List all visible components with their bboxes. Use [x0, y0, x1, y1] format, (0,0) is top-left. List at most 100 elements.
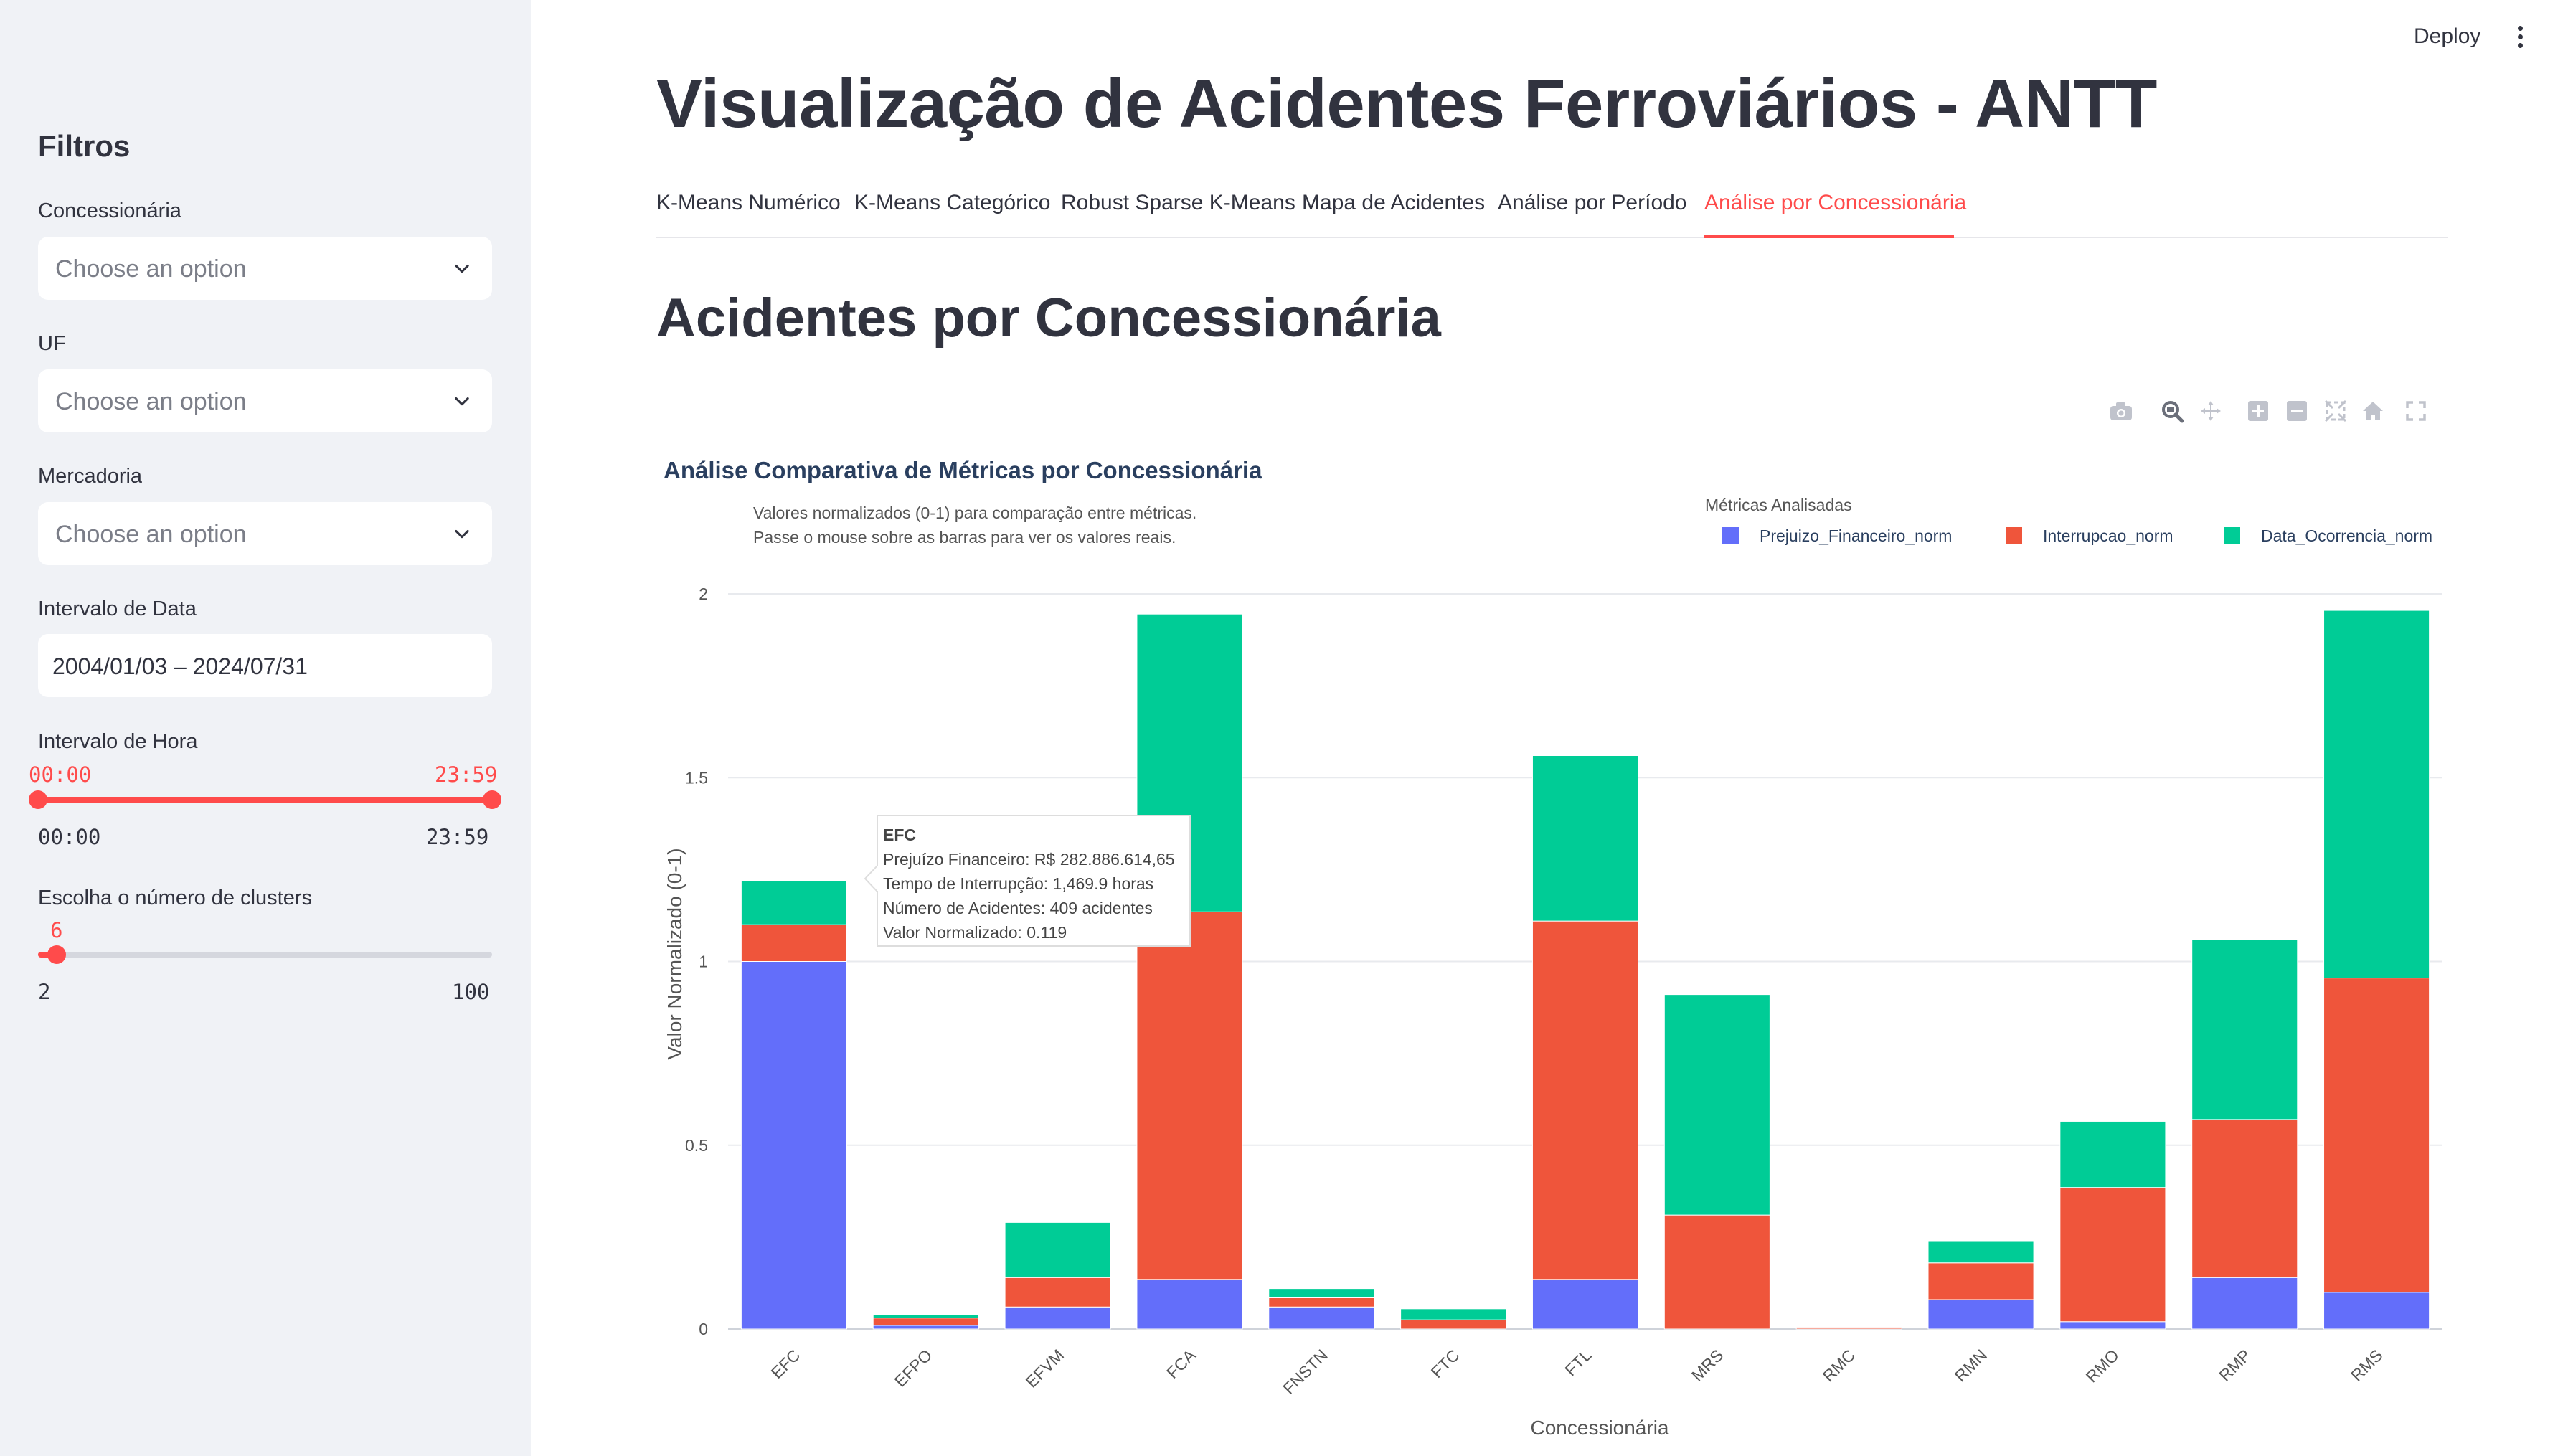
hora-slider-end-handle[interactable] [483, 790, 501, 809]
chevron-down-icon [455, 529, 469, 539]
bar-efc-1[interactable] [740, 924, 847, 962]
clusters-slider-handle[interactable] [47, 945, 66, 964]
bar-efpo-0[interactable] [872, 1325, 979, 1330]
bar-ftl-1[interactable] [1531, 920, 1639, 1280]
tab-kmeans-categorico[interactable]: K-Means Categórico [854, 191, 1050, 215]
bar-rms-1[interactable] [2323, 978, 2430, 1293]
bar-fnstn-1[interactable] [1268, 1297, 1375, 1308]
bar-rms-0[interactable] [2323, 1292, 2430, 1330]
active-tab-indicator [1704, 235, 1954, 238]
page-title: Visualização de Acidentes Ferroviários -… [656, 65, 2157, 142]
x-tick-label: FCA [1163, 1346, 1199, 1382]
legend-item-data-ocorrencia[interactable]: Data_Ocorrencia_norm [2261, 526, 2432, 545]
deploy-button[interactable]: Deploy [2414, 24, 2480, 49]
fullscreen-icon[interactable] [2406, 401, 2426, 421]
clusters-slider-track[interactable] [38, 952, 492, 958]
hora-start-value: 00:00 [29, 762, 92, 787]
bar-efpo-1[interactable] [872, 1318, 979, 1326]
bar-mrs-1[interactable] [1663, 1214, 1770, 1330]
bar-ftc-2[interactable] [1400, 1308, 1507, 1320]
zoom-out-icon[interactable] [2287, 401, 2307, 421]
camera-icon[interactable] [2110, 402, 2132, 420]
x-tick-label: EFPO [891, 1346, 936, 1391]
x-tick-label: RMS [2347, 1346, 2387, 1385]
tab-analise-concessionaria[interactable]: Análise por Concessionária [1704, 191, 1966, 215]
y-axis-ticks: 0 0.5 1 1.5 2 [685, 585, 708, 1338]
bar-efvm-2[interactable] [1004, 1221, 1111, 1278]
bar-rmc-1[interactable] [1795, 1326, 1902, 1330]
legend-item-prejuizo[interactable]: Prejuizo_Financeiro_norm [1760, 526, 1952, 545]
bars[interactable] [740, 610, 2430, 1330]
bar-fnstn-2[interactable] [1268, 1288, 1375, 1298]
bar-rmn-0[interactable] [1927, 1299, 2034, 1330]
tab-bar: K-Means Numérico K-Means Categórico Robu… [656, 188, 2448, 238]
x-tick-label: RMC [1819, 1346, 1859, 1385]
date-range-value: 2004/01/03 – 2024/07/31 [52, 653, 308, 679]
bar-rmo-2[interactable] [2059, 1120, 2166, 1188]
date-range-input[interactable]: 2004/01/03 – 2024/07/31 [38, 634, 492, 697]
bar-rmp-0[interactable] [2191, 1277, 2298, 1330]
mercadoria-select[interactable]: Choose an option [38, 502, 492, 565]
x-axis-title: Concessionária [1531, 1417, 1669, 1439]
bar-rmp-2[interactable] [2191, 939, 2298, 1120]
legend-swatch-data-ocorrencia[interactable] [2224, 527, 2240, 544]
bar-fca-1[interactable] [1136, 911, 1243, 1280]
bar-rmo-0[interactable] [2059, 1321, 2166, 1330]
hora-end-value: 23:59 [435, 762, 498, 787]
bar-rms-2[interactable] [2323, 610, 2430, 979]
concessionaria-select[interactable]: Choose an option [38, 237, 492, 300]
bar-fnstn-0[interactable] [1268, 1306, 1375, 1330]
chevron-down-icon [455, 397, 469, 406]
bar-efvm-1[interactable] [1004, 1277, 1111, 1308]
zoom-in-icon[interactable] [2248, 401, 2268, 421]
bar-efpo-2[interactable] [872, 1314, 979, 1319]
bar-rmn-1[interactable] [1927, 1262, 2034, 1300]
chart-title: Análise Comparativa de Métricas por Conc… [664, 457, 1262, 483]
main-menu-icon[interactable] [2518, 26, 2524, 50]
hora-min-label: 00:00 [38, 825, 101, 849]
bar-rmo-1[interactable] [2059, 1187, 2166, 1323]
legend-swatch-prejuizo[interactable] [1722, 527, 1739, 544]
mercadoria-placeholder: Choose an option [55, 521, 247, 548]
tab-robust-sparse-kmeans[interactable]: Robust Sparse K-Means [1061, 191, 1295, 215]
tooltip-line: Número de Acidentes: 409 acidentes [883, 899, 1153, 917]
concessionaria-placeholder: Choose an option [55, 255, 247, 283]
clusters-value: 6 [50, 918, 63, 942]
autoscale-icon[interactable] [2324, 400, 2347, 422]
zoom-icon[interactable] [2162, 401, 2184, 423]
app-root: Filtros Concessionária Choose an option … [0, 0, 2568, 1456]
uf-placeholder: Choose an option [55, 388, 247, 415]
hover-tooltip: EFC Prejuízo Financeiro: R$ 282.886.614,… [864, 815, 1191, 947]
mercadoria-label: Mercadoria [38, 465, 143, 488]
legend-item-interrupcao[interactable]: Interrupcao_norm [2043, 526, 2173, 545]
bar-fca-0[interactable] [1136, 1279, 1243, 1330]
hora-slider-start-handle[interactable] [29, 790, 47, 809]
x-tick-label: FTL [1561, 1346, 1595, 1379]
bar-ftl-0[interactable] [1531, 1279, 1639, 1330]
bar-ftc-1[interactable] [1400, 1319, 1507, 1330]
home-icon[interactable] [2363, 402, 2383, 420]
chart-container: Análise Comparativa de Métricas por Conc… [646, 391, 2460, 1456]
bar-efc-0[interactable] [740, 961, 847, 1330]
clusters-label: Escolha o número de clusters [38, 887, 313, 909]
sidebar: Filtros Concessionária Choose an option … [0, 0, 531, 1456]
tab-mapa-acidentes[interactable]: Mapa de Acidentes [1302, 191, 1485, 215]
legend-swatch-interrupcao[interactable] [2006, 527, 2022, 544]
pan-icon[interactable] [2201, 401, 2221, 421]
clusters-min-label: 2 [38, 980, 51, 1004]
bar-rmn-2[interactable] [1927, 1240, 2034, 1264]
chart-subtitle-line-1: Valores normalizados (0-1) para comparaç… [753, 504, 1196, 522]
bar-ftl-2[interactable] [1531, 755, 1639, 922]
clusters-max-label: 100 [452, 980, 490, 1004]
tab-kmeans-numerico[interactable]: K-Means Numérico [656, 191, 841, 215]
tooltip-line: Prejuízo Financeiro: R$ 282.886.614,65 [883, 850, 1175, 869]
tab-analise-periodo[interactable]: Análise por Período [1498, 191, 1687, 215]
bar-efc-2[interactable] [740, 880, 847, 925]
uf-select[interactable]: Choose an option [38, 369, 492, 432]
tooltip-line: Tempo de Interrupção: 1,469.9 horas [883, 874, 1153, 893]
bar-efvm-0[interactable] [1004, 1306, 1111, 1330]
bar-rmp-1[interactable] [2191, 1119, 2298, 1278]
bar-mrs-2[interactable] [1663, 994, 1770, 1216]
data-label: Intervalo de Data [38, 597, 197, 620]
hora-slider-track[interactable] [38, 797, 492, 803]
